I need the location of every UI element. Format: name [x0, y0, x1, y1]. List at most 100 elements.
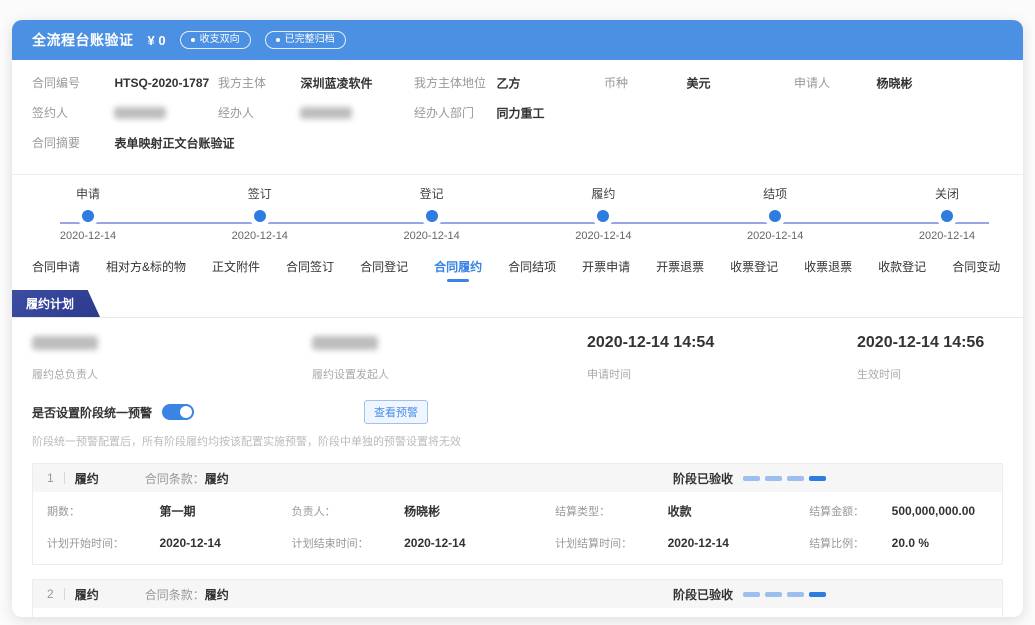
- field-label: 我方主体地位: [414, 74, 492, 91]
- stage-dot-icon: [82, 210, 94, 222]
- summary-value: 2020-12-14 14:56: [857, 334, 1003, 354]
- field-value: 2020-12-14: [404, 536, 465, 550]
- progress-segment: [743, 476, 760, 481]
- timeline-stage-register: 登记 2020-12-14: [382, 185, 482, 242]
- page-title: 全流程台账验证: [32, 30, 134, 50]
- field-our-party-role: 我方主体地位 乙方: [414, 74, 604, 92]
- field-label: 币种: [604, 74, 682, 91]
- tab-receipt-return[interactable]: 收票退票: [804, 258, 852, 282]
- stage-card-body: 期数： 第一期 负责人： 杨晓彬 结算类型： 收款 结算金额： 500,000,…: [33, 492, 1002, 564]
- section-header-row: 履约计划: [12, 290, 1023, 318]
- unified-warning-row: 是否设置阶段统一预警 查看预警: [12, 392, 1023, 424]
- stage-label: 关闭: [897, 185, 997, 202]
- detail-tab-bar: 合同申请 相对方&标的物 正文附件 合同签订 合同登记 合同履约 合同结项 开票…: [12, 244, 1023, 282]
- clause-value: 履约: [205, 586, 229, 603]
- field-settlement-amount: 结算金额： 500,000,000.00: [809, 502, 988, 520]
- tab-contract-apply[interactable]: 合同申请: [32, 258, 80, 282]
- timeline-stage-conclude: 结项 2020-12-14: [725, 185, 825, 242]
- timeline-stage-close: 关闭 2020-12-14: [897, 185, 997, 242]
- field-plan-start: 计划开始时间： 2020-12-14: [47, 534, 292, 552]
- performance-stage-card-2: 2 履约 合同条款： 履约 阶段已验收 期数： 第一期 负责人：: [32, 579, 1003, 617]
- progress-segment: [809, 592, 826, 597]
- info-row-1: 合同编号 HTSQ-2020-1787 我方主体 深圳蓝凌软件 我方主体地位 乙…: [32, 74, 1003, 92]
- tab-contract-register[interactable]: 合同登记: [360, 258, 408, 282]
- tab-contract-change[interactable]: 合同变动: [952, 258, 1000, 282]
- field-label: 计划结束时间：: [292, 535, 400, 551]
- tab-invoice-apply[interactable]: 开票申请: [582, 258, 630, 282]
- field-settlement-ratio: 结算比例： 20.0 %: [809, 534, 988, 552]
- field-label: 期数：: [47, 503, 155, 519]
- contract-info-section: 合同编号 HTSQ-2020-1787 我方主体 深圳蓝凌软件 我方主体地位 乙…: [12, 60, 1023, 168]
- stage-label: 登记: [382, 185, 482, 202]
- progress-segment: [787, 476, 804, 481]
- stage-dot-icon: [941, 210, 953, 222]
- vertical-divider: [64, 588, 65, 600]
- stage-label: 签订: [210, 185, 310, 202]
- stage-date: 2020-12-14: [553, 230, 653, 242]
- field-applicant: 申请人 杨晓彬: [794, 74, 1003, 92]
- progress-segments: [743, 476, 826, 481]
- field-value: 2020-12-14: [668, 536, 729, 550]
- stage-status-text: 阶段已验收: [673, 586, 733, 603]
- tab-contract-perform[interactable]: 合同履约: [434, 258, 482, 282]
- field-plan-settlement: 计划结算时间： 2020-12-14: [555, 534, 809, 552]
- stage-index: 2: [47, 587, 54, 601]
- tab-body-attachment[interactable]: 正文附件: [212, 258, 260, 282]
- stage-date: 2020-12-14: [725, 230, 825, 242]
- stage-dot-icon: [426, 210, 438, 222]
- stage-type: 履约: [75, 470, 99, 487]
- stage-index: 1: [47, 471, 54, 485]
- summary-effective-time: 2020-12-14 14:56 生效时间: [857, 334, 1003, 382]
- contract-detail-card: 全流程台账验证 ¥ 0 收支双向 已完整归档 合同编号 HTSQ-2020-17…: [12, 20, 1023, 617]
- progress-segment: [743, 592, 760, 597]
- stage-label: 结项: [725, 185, 825, 202]
- performance-stage-card-1: 1 履约 合同条款： 履约 阶段已验收 期数： 第一期 负责人：: [32, 463, 1003, 565]
- tab-contract-sign[interactable]: 合同签订: [286, 258, 334, 282]
- unified-warning-label: 是否设置阶段统一预警: [32, 404, 152, 421]
- field-value: HTSQ-2020-1787: [114, 76, 209, 90]
- field-owner: 负责人： 杨晓彬: [292, 502, 555, 520]
- field-value: 美元: [686, 76, 710, 90]
- clause-label: 合同条款：: [145, 470, 205, 487]
- field-label: 结算类型：: [555, 503, 663, 519]
- field-label: 计划结算时间：: [555, 535, 663, 551]
- summary-label: 生效时间: [857, 366, 1003, 382]
- progress-segment: [787, 592, 804, 597]
- summary-value: 2020-12-14 14:54: [587, 334, 857, 354]
- field-label: 合同编号: [32, 74, 110, 91]
- timeline-stage-perform: 履约 2020-12-14: [553, 185, 653, 242]
- field-value: 20.0 %: [892, 536, 929, 550]
- field-value: 500,000,000.00: [892, 504, 975, 518]
- timeline-stage-apply: 申请 2020-12-14: [38, 185, 138, 242]
- section-title-ribbon: 履约计划: [12, 290, 100, 317]
- unified-warning-toggle[interactable]: [162, 404, 194, 420]
- clause-label: 合同条款：: [145, 586, 205, 603]
- view-warning-button[interactable]: 查看预警: [364, 400, 428, 424]
- redacted-value: [300, 107, 352, 119]
- field-handler-department: 经办人部门 同力重工: [414, 104, 604, 122]
- redacted-value: [114, 107, 166, 119]
- field-label: 经办人部门: [414, 104, 492, 121]
- tab-payment-register[interactable]: 收款登记: [878, 258, 926, 282]
- stage-status-text: 阶段已验收: [673, 470, 733, 487]
- tab-receipt-register[interactable]: 收票登记: [730, 258, 778, 282]
- stage-card-body: 期数： 第一期 负责人： 杨晓彬 结算类型： 付款 结算金额： 500,000,…: [33, 608, 1002, 617]
- field-currency: 币种 美元: [604, 74, 794, 92]
- tab-invoice-return[interactable]: 开票退票: [656, 258, 704, 282]
- stage-status: 阶段已验收: [673, 586, 826, 603]
- field-label: 负责人：: [292, 503, 400, 519]
- vertical-divider: [64, 472, 65, 484]
- field-value: 第一期: [159, 504, 195, 518]
- field-value: 乙方: [496, 76, 520, 90]
- info-row-3: 合同摘要 表单映射正文台账验证: [32, 134, 1003, 152]
- timeline-stage-sign: 签订 2020-12-14: [210, 185, 310, 242]
- field-contract-number: 合同编号 HTSQ-2020-1787: [32, 74, 218, 92]
- tab-counterparty[interactable]: 相对方&标的物: [106, 258, 186, 282]
- field-signer: 签约人: [32, 104, 218, 122]
- unified-warning-hint: 阶段统一预警配置后，所有阶段履约均按该配置实施预警，阶段中单独的预警设置将无效: [12, 424, 1023, 449]
- stage-date: 2020-12-14: [382, 230, 482, 242]
- redacted-value: [32, 336, 98, 350]
- status-badge-archived: 已完整归档: [265, 31, 346, 49]
- info-row-2: 签约人 经办人 经办人部门 同力重工: [32, 104, 1003, 122]
- tab-contract-conclude[interactable]: 合同结项: [508, 258, 556, 282]
